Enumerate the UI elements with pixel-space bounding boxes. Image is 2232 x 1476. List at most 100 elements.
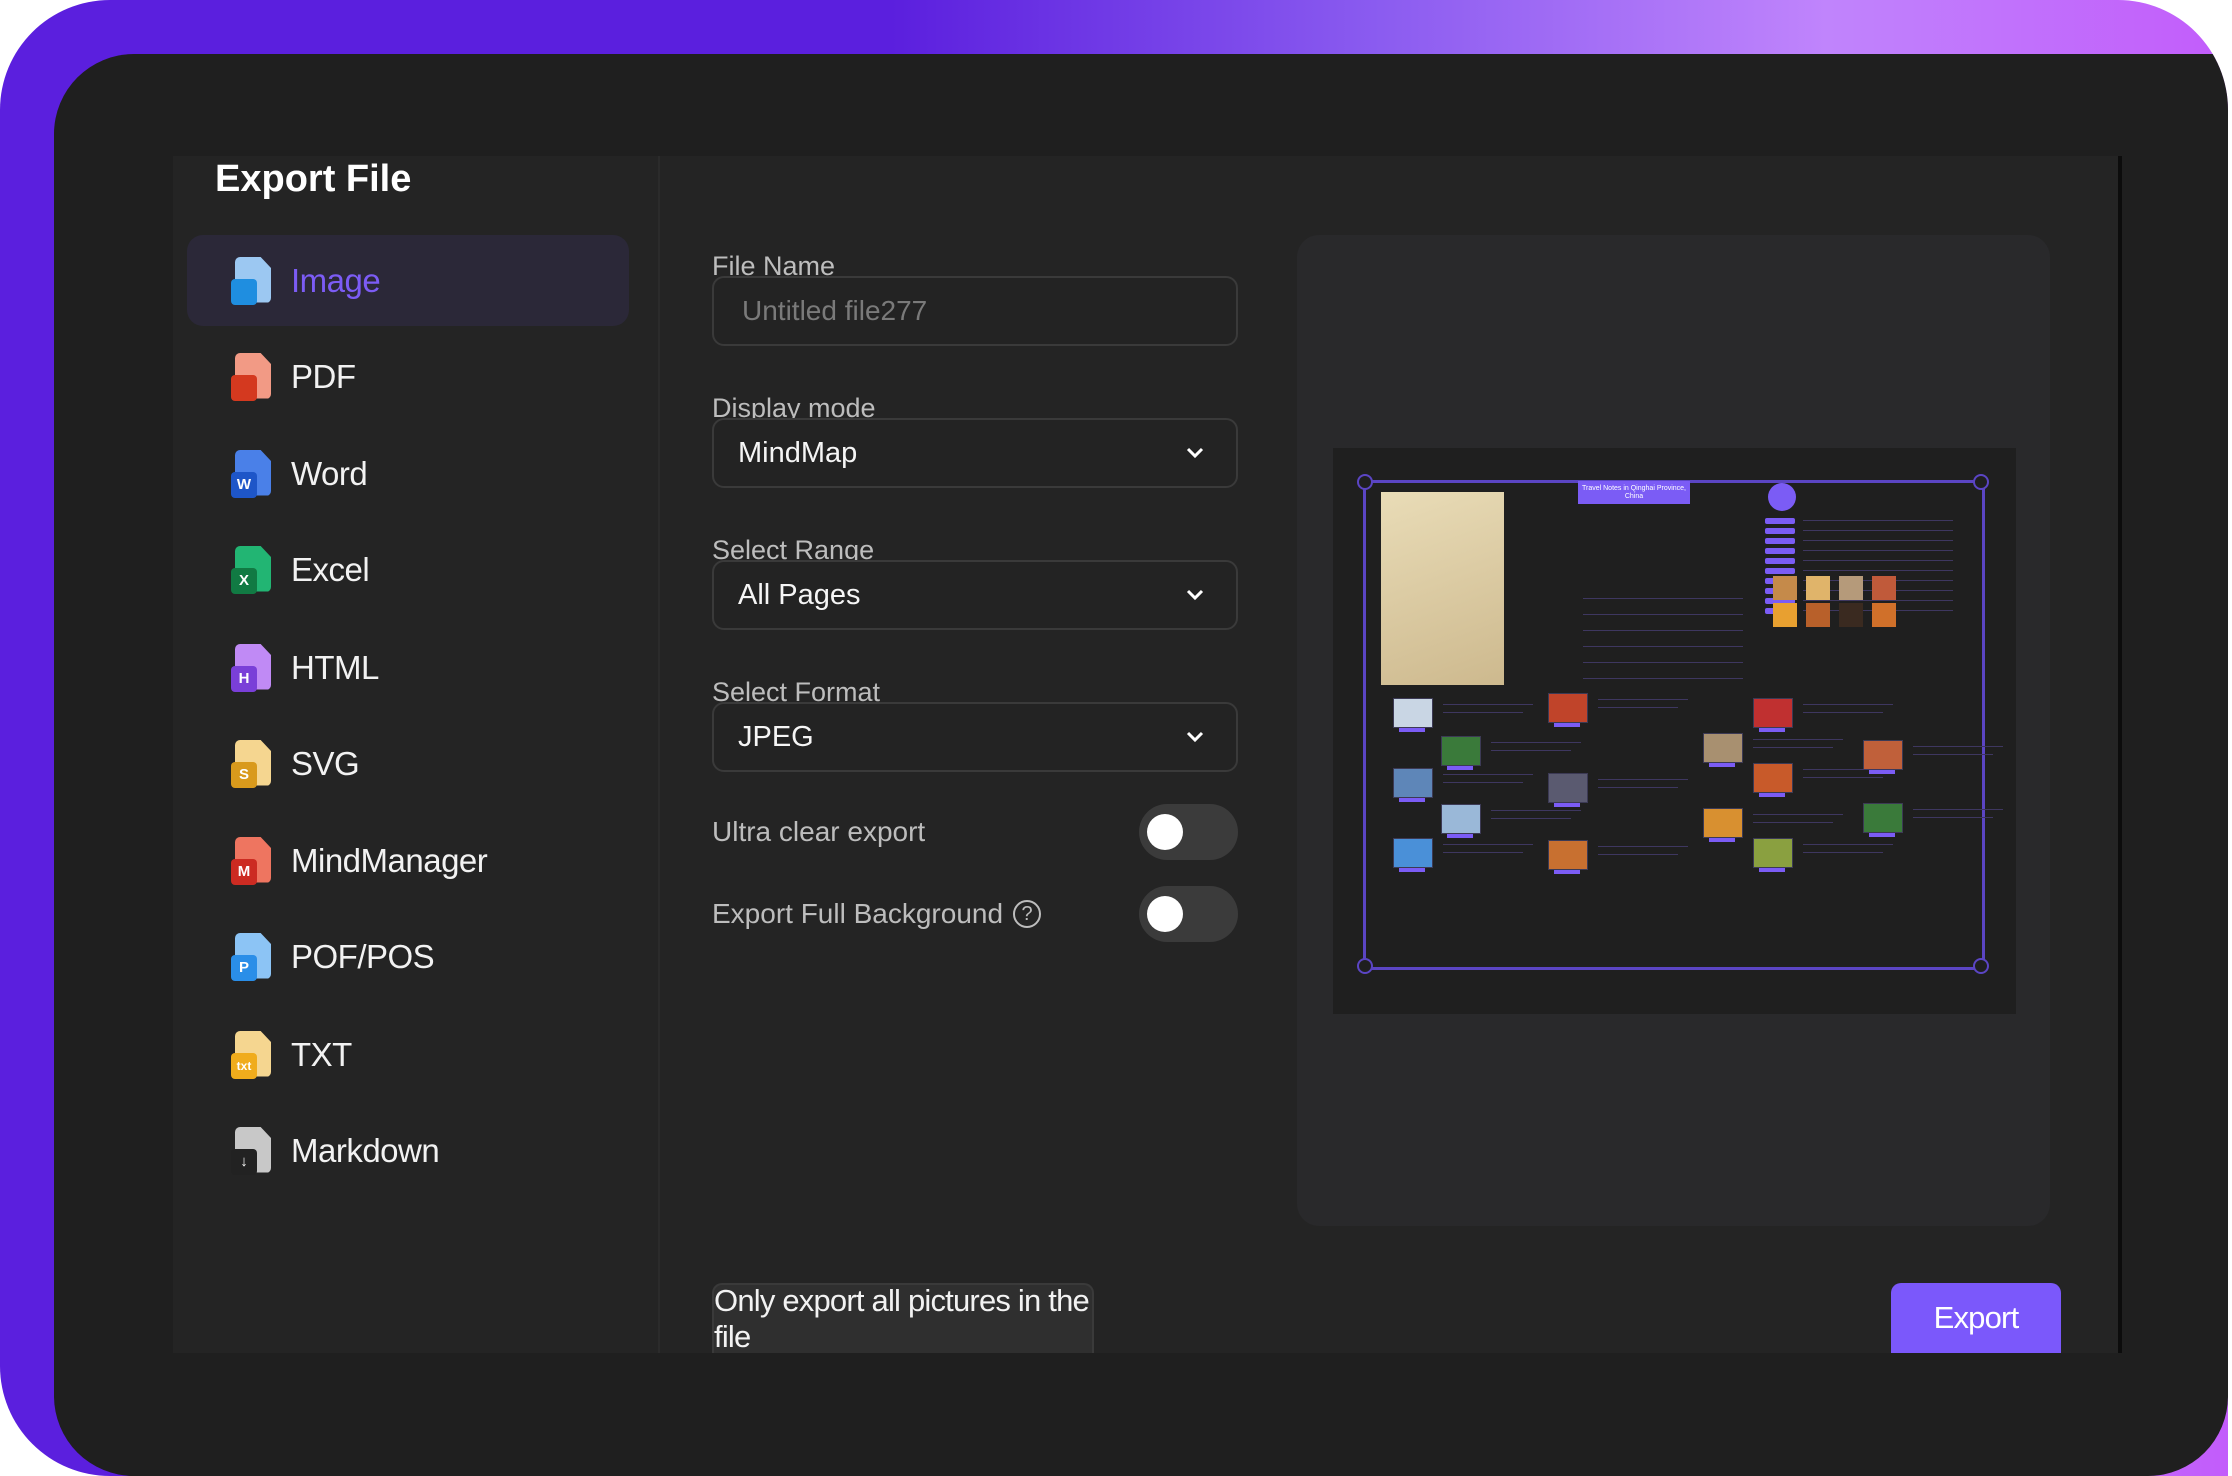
preview-photo-caption: [1554, 803, 1580, 807]
preview-photo-caption: [1447, 766, 1473, 770]
preview-text-line: [1598, 846, 1688, 847]
preview-photo: [1753, 698, 1793, 728]
html-file-icon: H: [231, 643, 271, 692]
only-export-pictures-button[interactable]: Only export all pictures in the file: [712, 1283, 1094, 1354]
sidebar-item-mindmanager[interactable]: M MindManager: [187, 815, 629, 906]
help-icon[interactable]: ?: [1013, 900, 1042, 928]
sidebar-item-label: Word: [291, 454, 368, 492]
preview-text-line: [1583, 678, 1743, 679]
preview-branch-node: [1765, 528, 1795, 534]
select-format-select[interactable]: JPEG: [712, 702, 1238, 772]
preview-photo-caption: [1709, 838, 1735, 842]
sidebar-item-label: TXT: [291, 1035, 352, 1073]
preview-photo: [1863, 803, 1903, 833]
preview-text-line: [1803, 769, 1893, 770]
preview-text-line: [1583, 598, 1743, 599]
full-background-label: Export Full Background: [712, 898, 1004, 929]
display-mode-select[interactable]: MindMap: [712, 418, 1238, 488]
sidebar-item-label: POF/POS: [291, 937, 435, 975]
preview-photo: [1548, 773, 1588, 803]
sidebar-item-markdown[interactable]: ↓ Markdown: [187, 1105, 629, 1196]
preview-food-image: [1773, 576, 1797, 600]
preview-branch-node: [1765, 518, 1795, 524]
preview-branch-node: [1765, 558, 1795, 564]
preview-title: Travel Notes in Qinghai Province, China: [1578, 481, 1690, 504]
preview-text-line: [1443, 852, 1523, 853]
sidebar-item-excel[interactable]: X Excel: [187, 524, 629, 615]
toggle-knob: [1147, 814, 1183, 850]
file-badge: P: [231, 954, 257, 981]
preview-food-image: [1872, 603, 1896, 627]
preview-photo-caption: [1399, 728, 1425, 732]
preview-text-line: [1598, 779, 1688, 780]
preview-photo-caption: [1869, 833, 1895, 837]
pof-file-icon: P: [231, 932, 271, 981]
svg-file-icon: S: [231, 739, 271, 788]
preview-text-line: [1598, 854, 1678, 855]
preview-text-line: [1491, 742, 1581, 743]
preview-food-image: [1839, 603, 1863, 627]
sidebar-item-svg[interactable]: S SVG: [187, 718, 629, 809]
preview-text-line: [1583, 646, 1743, 647]
preview-food-image: [1806, 603, 1830, 627]
frame-corner-icon: [1973, 958, 1989, 974]
preview-photo-caption: [1759, 868, 1785, 872]
preview-text-line: [1598, 699, 1688, 700]
preview-food-image: [1773, 603, 1797, 627]
full-background-label-wrap: Export Full Background ?: [712, 898, 1139, 930]
preview-text-line: [1443, 712, 1523, 713]
sidebar-item-label: Excel: [291, 550, 370, 588]
sidebar-item-label: Markdown: [291, 1131, 440, 1169]
preview-text-line: [1803, 704, 1893, 705]
file-badge: W: [231, 471, 257, 498]
sidebar-item-label: PDF: [291, 357, 356, 395]
preview-text-line: [1803, 550, 1953, 551]
preview-photo: [1441, 736, 1481, 766]
frame-corner-icon: [1357, 958, 1373, 974]
preview-text-line: [1803, 712, 1883, 713]
file-badge: X: [231, 567, 257, 594]
dialog-title: Export File: [215, 158, 412, 200]
select-range-select[interactable]: All Pages: [712, 560, 1238, 630]
preview-text-line: [1491, 810, 1581, 811]
preview-text-line: [1803, 777, 1883, 778]
sidebar-item-image[interactable]: Image: [187, 235, 629, 326]
sidebar-item-label: HTML: [291, 648, 379, 686]
full-background-toggle[interactable]: [1139, 886, 1238, 942]
mindmap-preview-image: Travel Notes in Qinghai Province, China: [1333, 448, 2016, 1014]
preview-food-image: [1806, 576, 1830, 600]
export-dialog: Export File Image PDF W Word X Excel H HTML S SVG…: [173, 156, 2122, 1354]
preview-text-line: [1753, 822, 1833, 823]
preview-text-line: [1803, 844, 1893, 845]
preview-text-line: [1803, 560, 1953, 561]
sidebar-item-pdf[interactable]: PDF: [187, 331, 629, 422]
chevron-down-icon: [1178, 720, 1212, 754]
preview-text-line: [1913, 746, 2003, 747]
select-format-value: JPEG: [738, 720, 814, 753]
sidebar-item-label: Image: [291, 261, 381, 299]
sidebar-item-pof-pos[interactable]: P POF/POS: [187, 911, 629, 1002]
preview-photo: [1753, 838, 1793, 868]
sidebar-item-word[interactable]: W Word: [187, 428, 629, 519]
frame-corner-icon: [1357, 474, 1373, 490]
preview-text-line: [1583, 662, 1743, 663]
preview-text-line: [1803, 852, 1883, 853]
preview-text-line: [1753, 739, 1843, 740]
preview-text-line: [1913, 809, 2003, 810]
ultra-clear-toggle[interactable]: [1139, 804, 1238, 860]
preview-text-line: [1443, 844, 1533, 845]
file-name-input[interactable]: [714, 294, 1236, 328]
file-name-field[interactable]: [712, 276, 1238, 346]
preview-branch-node: [1765, 568, 1795, 574]
txt-file-icon: txt: [231, 1030, 271, 1079]
sidebar-item-html[interactable]: H HTML: [187, 622, 629, 713]
toggle-knob: [1147, 896, 1183, 932]
export-button[interactable]: Export: [1891, 1283, 2061, 1353]
preview-photo-caption: [1759, 728, 1785, 732]
ultra-clear-label: Ultra clear export: [712, 816, 926, 847]
excel-file-icon: X: [231, 545, 271, 594]
preview-panel: Travel Notes in Qinghai Province, China: [1297, 235, 2050, 1226]
preview-photo: [1548, 840, 1588, 870]
preview-text-line: [1803, 570, 1953, 571]
sidebar-item-txt[interactable]: txt TXT: [187, 1009, 629, 1100]
